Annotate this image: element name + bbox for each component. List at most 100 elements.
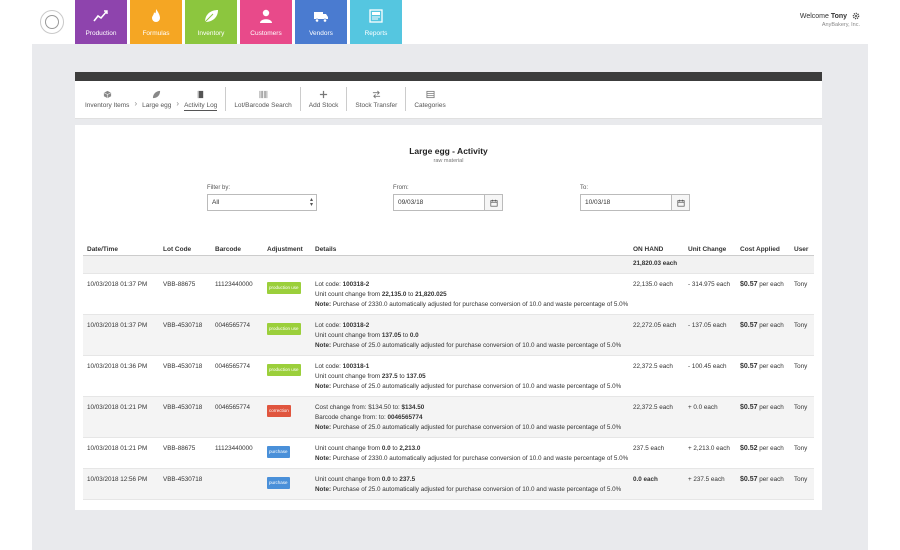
cell-unit-change: - 314.975 each [684, 273, 736, 315]
lot-barcode-search-button[interactable]: Lot/Barcode Search [234, 81, 292, 119]
cell-barcode: 11123440000 [211, 273, 263, 315]
table-row[interactable]: 10/03/2018 01:21 PM VBB-4530718 0046565774… [83, 396, 814, 438]
adjustment-badge: production use [267, 363, 301, 376]
cell-datetime: 10/03/2018 01:37 PM [83, 314, 159, 356]
from-calendar-button[interactable] [485, 194, 503, 211]
add-stock-button[interactable]: Add Stock [309, 81, 338, 119]
column-header[interactable]: ON HAND [629, 241, 684, 256]
select-arrows-icon: ▴ ▾ [309, 197, 313, 208]
nav-tile-label: Customers [250, 30, 282, 37]
leaf-icon [153, 90, 161, 99]
from-date-value: 09/03/18 [398, 199, 424, 206]
nav-tile-label: Inventory [197, 30, 225, 37]
to-calendar-button[interactable] [672, 194, 690, 211]
transfer-arrows-icon [372, 90, 380, 99]
cell-user: Tony [790, 396, 814, 438]
detail-value: Note: [315, 423, 332, 431]
table-row[interactable]: 10/03/2018 12:56 PM VBB-4530718 purchase Un… [83, 468, 814, 500]
column-header[interactable]: Date/Time [83, 241, 159, 256]
table-row[interactable]: 10/03/2018 01:36 PM VBB-4530718 0046565774… [83, 355, 814, 397]
nav-tile-customers[interactable]: Customers [240, 0, 292, 44]
detail-text: Unit count change from [315, 444, 382, 452]
breadcrumb-inventory-items[interactable]: Inventory Items [85, 81, 129, 119]
detail-value: Note: [315, 382, 332, 390]
column-header[interactable]: Unit Change [684, 241, 736, 256]
column-header[interactable]: Cost Applied [736, 241, 790, 256]
categories-icon [426, 90, 435, 99]
nav-tile-vendors[interactable]: Vendors [295, 0, 347, 44]
to-date-input[interactable]: 10/03/18 [580, 194, 672, 211]
cell-cost-applied: $0.57 per each [736, 396, 790, 438]
report-icon [369, 9, 383, 23]
page-title: Large egg - Activity [409, 146, 488, 156]
cell-on-hand: 237.5 each [629, 437, 684, 469]
column-header[interactable]: Barcode [211, 241, 263, 256]
cell-lot-code: VBB-4530718 [159, 468, 211, 500]
leaf-icon [204, 10, 218, 23]
column-header[interactable]: Lot Code [159, 241, 211, 256]
column-header[interactable]: Adjustment [263, 241, 311, 256]
from-date-input[interactable]: 09/03/18 [393, 194, 485, 211]
plus-icon [319, 90, 328, 99]
cell-user: Tony [790, 273, 814, 315]
cell-adjustment: correction [263, 396, 311, 438]
detail-value: Note: [315, 341, 332, 349]
detail-value: 237.5 [381, 372, 398, 380]
stock-transfer-button[interactable]: Stock Transfer [355, 81, 397, 119]
calendar-icon [489, 199, 498, 207]
detail-line: Lot code: 100318-2 [315, 280, 629, 290]
cost-unit: per each [757, 444, 784, 452]
cell-unit-change: - 100.45 each [684, 355, 736, 397]
section-header-bar [75, 72, 822, 81]
filter-select[interactable]: All ▴ ▾ [207, 194, 317, 211]
nav-tile-formulas[interactable]: Formulas [130, 0, 182, 44]
toolbar-action-label: Categories [414, 102, 446, 109]
cell-user: Tony [790, 437, 814, 469]
detail-line: Cost change from: $134.50 to: $134.50 [315, 403, 629, 413]
detail-value: 100318-2 [342, 321, 370, 329]
welcome-text: Welcome [799, 12, 829, 20]
breadcrumb-activity-log[interactable]: Activity Log [184, 81, 218, 119]
cell-adjustment: production use [263, 355, 311, 397]
cost-unit: per each [757, 403, 784, 411]
detail-line: Unit count change from 137.05 to 0.0 [315, 331, 629, 341]
gear-icon[interactable] [852, 12, 860, 20]
cell-unit-change: + 0.0 each [684, 396, 736, 438]
app-logo[interactable] [40, 10, 64, 34]
adjustment-badge: production use [267, 281, 301, 294]
categories-button[interactable]: Categories [414, 81, 446, 119]
nav-tile-production[interactable]: Production [75, 0, 127, 44]
top-header: Production Formulas Inventory Customers … [0, 0, 900, 44]
detail-value: 137.05 [406, 372, 426, 380]
detail-text: Lot code: [315, 362, 343, 370]
breadcrumb-label: Inventory Items [85, 102, 130, 109]
detail-value: Note: [315, 454, 332, 462]
cell-lot-code: VBB-88675 [159, 437, 211, 469]
table-row[interactable]: 10/03/2018 01:37 PM VBB-88675 11123440000 p… [83, 273, 814, 315]
nav-tile-label: Production [85, 30, 117, 37]
detail-value: 0.0 [381, 444, 391, 452]
detail-text: Unit count change from [315, 372, 382, 380]
flame-icon [152, 9, 160, 22]
toolbar-action-label: Lot/Barcode Search [234, 102, 292, 109]
cost-value: $0.57 [740, 321, 758, 329]
detail-value: 237.5 [399, 475, 416, 483]
cell-adjustment: production use [263, 273, 311, 315]
breadcrumb-large-egg[interactable]: Large egg [142, 81, 171, 119]
user-welcome: Welcome Tony AnyBakery, Inc. [800, 12, 860, 28]
cell-on-hand: 0.0 each [629, 468, 684, 500]
detail-line: Unit count change from 0.0 to 237.5 [315, 475, 629, 485]
toolbar-action-label: Stock Transfer [355, 102, 398, 109]
table-row[interactable]: 10/03/2018 01:37 PM VBB-4530718 0046565774… [83, 314, 814, 356]
cell-details: Lot code: 100318-2 Unit count change from… [311, 314, 629, 356]
column-header[interactable]: Details [311, 241, 629, 256]
nav-tile-reports[interactable]: Reports [350, 0, 402, 44]
cell-on-hand: 22,135.0 each [629, 273, 684, 315]
cell-cost-applied: $0.57 per each [736, 314, 790, 356]
truck-icon [314, 12, 328, 23]
column-header[interactable]: User [790, 241, 814, 256]
table-row[interactable]: 10/03/2018 01:21 PM VBB-88675 11123440000 p… [83, 437, 814, 469]
cell-adjustment: production use [263, 314, 311, 356]
detail-text: Purchase of 25.0 automatically adjusted … [331, 341, 622, 349]
nav-tile-inventory[interactable]: Inventory [185, 0, 237, 44]
